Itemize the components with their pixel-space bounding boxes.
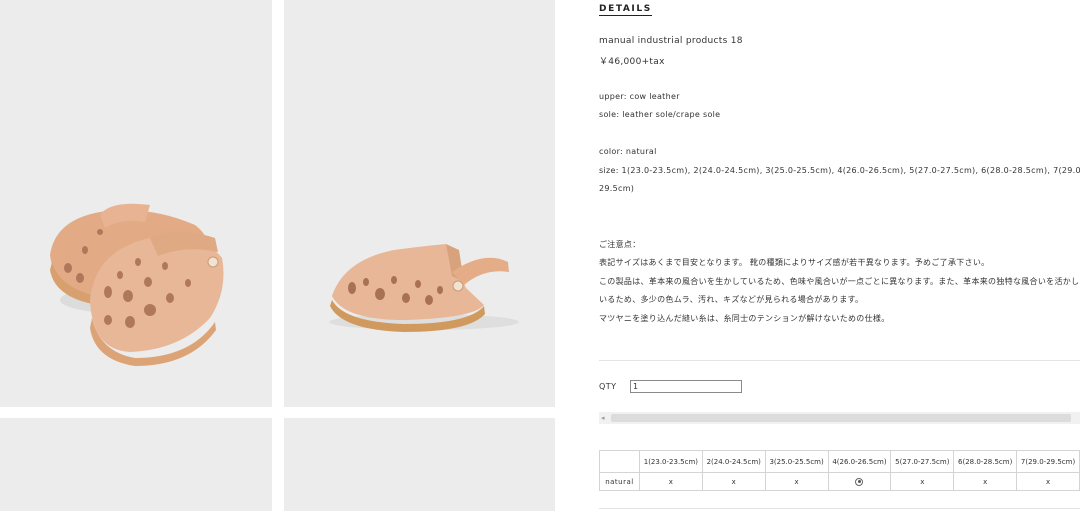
size-unavailable-cell: x — [701, 472, 766, 491]
notes-title: ご注意点： — [599, 240, 641, 249]
qty-input[interactable] — [630, 380, 742, 393]
size-stock-table: 1(23.0-23.5cm) 2(24.0-24.5cm) 3(25.0-25.… — [599, 450, 1080, 491]
product-photo-3[interactable] — [0, 418, 272, 511]
size-header: 7(29.0-29.5cm) — [1016, 450, 1080, 473]
size-header: 5(27.0-27.5cm) — [890, 450, 955, 473]
spec-size-line-2: 29.5cm) — [599, 184, 635, 193]
qty-label: QTY — [599, 382, 617, 391]
size-header: 2(24.0-24.5cm) — [701, 450, 766, 473]
details-heading: DETAILS — [599, 4, 652, 16]
sandal-pair-image — [50, 203, 224, 366]
product-photo-side[interactable] — [284, 0, 555, 407]
size-header: 6(28.0-28.5cm) — [953, 450, 1018, 473]
divider — [599, 508, 1080, 509]
size-option-cell[interactable] — [827, 472, 892, 491]
size-unavailable-cell: x — [890, 472, 955, 491]
size-header: 1(23.0-23.5cm) — [638, 450, 703, 473]
product-photo-4[interactable] — [284, 418, 555, 511]
spec-color: color: natural — [599, 147, 657, 156]
horizontal-scrollbar[interactable]: ◂ — [599, 412, 1080, 424]
scroll-left-arrow-icon[interactable]: ◂ — [601, 414, 605, 422]
size-unavailable-cell: x — [953, 472, 1018, 491]
spec-sole: sole: leather sole/crape sole — [599, 110, 721, 119]
product-photo-pair[interactable] — [0, 0, 272, 407]
note-line: 表記サイズはあくまで目安となります。 靴の種類によりサイズ感が若干異なります。予… — [599, 258, 990, 267]
product-name: manual industrial products 18 — [599, 36, 743, 46]
scroll-thumb[interactable] — [611, 414, 1071, 422]
size-unavailable-cell: x — [638, 472, 703, 491]
divider — [599, 360, 1080, 361]
color-row-label: natural — [599, 472, 640, 491]
spec-upper: upper: cow leather — [599, 92, 680, 101]
size-radio-button[interactable] — [855, 477, 864, 486]
note-line: マツヤニを塗り込んだ縫い糸は、糸同士のテンションが解けないための仕様。 — [599, 314, 890, 323]
size-header: 4(26.0-26.5cm) — [827, 450, 892, 473]
product-details-panel: DETAILS manual industrial products 18 ￥4… — [599, 0, 1080, 511]
spec-size-line-1: size: 1(23.0-23.5cm), 2(24.0-24.5cm), 3(… — [599, 166, 1080, 175]
product-price: ￥46,000+tax — [599, 57, 665, 67]
note-line: いるため、多少の色ムラ、汚れ、キズなどが見られる場合があります。 — [599, 295, 864, 304]
note-line: この製品は、革本来の風合いを生かしているため、色味や風合いが一点ごとに異なります… — [599, 277, 1080, 286]
size-header: 3(25.0-25.5cm) — [764, 450, 829, 473]
table-corner-cell — [599, 450, 640, 473]
sandal-side-image — [329, 244, 519, 332]
size-unavailable-cell: x — [764, 472, 829, 491]
size-unavailable-cell: x — [1016, 472, 1080, 491]
